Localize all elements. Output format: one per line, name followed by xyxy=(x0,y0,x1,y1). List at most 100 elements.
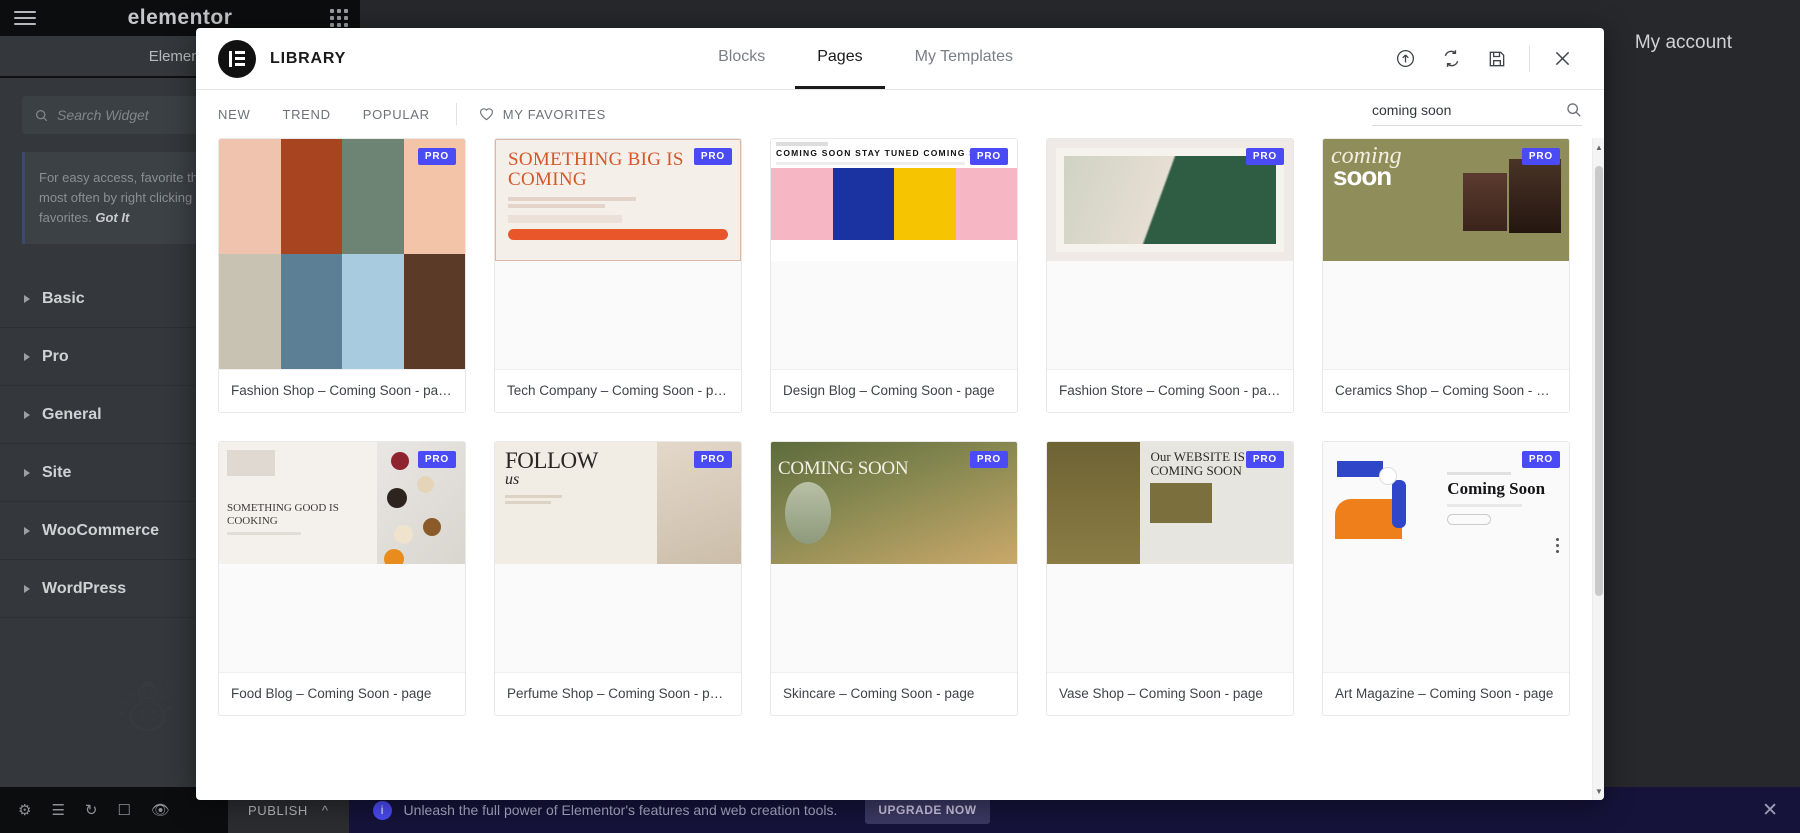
chevron-right-icon xyxy=(24,411,30,419)
chevron-right-icon xyxy=(24,469,30,477)
templates-scrollbar[interactable]: ▲ ▼ xyxy=(1592,138,1604,800)
scroll-up-arrow[interactable]: ▲ xyxy=(1593,138,1604,156)
template-thumbnail[interactable]: PRO SOMETHING BIG IS COMING xyxy=(495,139,741,369)
promo-close-icon[interactable]: ✕ xyxy=(1762,799,1800,822)
search-icon xyxy=(35,109,48,122)
bottom-bar-tools: ⚙ ☰ ↻ ☐ 👁 xyxy=(0,787,228,833)
template-thumbnail[interactable]: PRO coming soon xyxy=(1323,139,1569,369)
apps-grid-icon[interactable] xyxy=(330,9,348,27)
pro-badge: PRO xyxy=(418,451,456,468)
category-label: WordPress xyxy=(42,580,126,598)
tab-pages[interactable]: Pages xyxy=(795,28,884,89)
pro-badge: PRO xyxy=(970,451,1008,468)
more-options-icon[interactable] xyxy=(1556,538,1559,553)
template-title: Skincare – Coming Soon - page xyxy=(771,672,1017,715)
scroll-down-arrow[interactable]: ▼ xyxy=(1593,782,1604,800)
settings-icon[interactable]: ⚙ xyxy=(18,801,31,819)
pro-badge: PRO xyxy=(1522,148,1560,165)
search-icon[interactable] xyxy=(1566,102,1582,118)
responsive-icon[interactable]: ☐ xyxy=(117,801,130,819)
template-card[interactable]: PRO COMING SOON STAY TUNED COMING SOON xyxy=(770,138,1018,413)
template-library-modal: LIBRARY Blocks Pages My Templates xyxy=(196,28,1604,800)
upgrade-now-button[interactable]: UPGRADE NOW xyxy=(865,796,989,824)
pro-badge: PRO xyxy=(970,148,1008,165)
template-title: Tech Company – Coming Soon - pa… xyxy=(495,369,741,412)
template-title: Fashion Shop – Coming Soon - page xyxy=(219,369,465,412)
template-title: Perfume Shop – Coming Soon - page xyxy=(495,672,741,715)
template-card[interactable]: PRO Coming Soon xyxy=(1322,441,1570,716)
modal-tabs: Blocks Pages My Templates xyxy=(696,28,1035,89)
modal-header: LIBRARY Blocks Pages My Templates xyxy=(196,28,1604,90)
template-search[interactable] xyxy=(1372,102,1582,126)
pro-badge: PRO xyxy=(1522,451,1560,468)
tab-blocks[interactable]: Blocks xyxy=(696,28,787,89)
scrollbar-thumb[interactable] xyxy=(1595,166,1603,596)
template-thumbnail[interactable]: PRO Coming Soon xyxy=(1323,442,1569,672)
tab-my-templates[interactable]: My Templates xyxy=(893,28,1035,89)
elementor-wordmark: elementor xyxy=(128,6,233,30)
modal-body: PRO Fashion Shop – Coming Soon - page PR… xyxy=(196,138,1604,800)
filter-bar: NEW TREND POPULAR MY FAVORITES xyxy=(196,90,1604,138)
templates-scroll-area[interactable]: PRO Fashion Shop – Coming Soon - page PR… xyxy=(196,138,1592,800)
history-icon[interactable]: ↻ xyxy=(85,801,98,819)
template-card[interactable]: PRO Our WEBSITE IS COMING SOON Vase Shop… xyxy=(1046,441,1294,716)
template-card[interactable]: PRO SOMETHING BIG IS COMING Tech Company… xyxy=(494,138,742,413)
filter-trend[interactable]: TREND xyxy=(266,107,346,122)
search-input[interactable] xyxy=(1372,102,1566,118)
category-label: WooCommerce xyxy=(42,522,159,540)
pro-badge: PRO xyxy=(1246,148,1284,165)
template-thumbnail[interactable]: PRO COMING SOON xyxy=(771,442,1017,672)
template-card[interactable]: PRO FOLLOW us Perfume Shop – Coming Soon… xyxy=(494,441,742,716)
chevron-right-icon xyxy=(24,527,30,535)
widget-search-placeholder: Search Widget xyxy=(57,107,149,123)
info-icon: i xyxy=(373,801,392,820)
template-thumbnail[interactable]: PRO Our WEBSITE IS COMING SOON xyxy=(1047,442,1293,672)
pro-badge: PRO xyxy=(418,148,456,165)
template-thumbnail[interactable]: PRO xyxy=(219,139,465,369)
preview-icon[interactable]: 👁 xyxy=(151,801,170,819)
action-divider xyxy=(1529,46,1530,72)
sync-icon[interactable] xyxy=(1431,39,1471,79)
template-card[interactable]: PRO Fashion Shop – Coming Soon - page xyxy=(218,138,466,413)
thumbnail-art xyxy=(219,139,465,369)
chevron-right-icon xyxy=(24,295,30,303)
navigator-icon[interactable]: ☰ xyxy=(51,801,64,819)
chevron-right-icon xyxy=(24,585,30,593)
template-title: Ceramics Shop – Coming Soon - pa… xyxy=(1323,369,1569,412)
modal-actions xyxy=(1385,39,1582,79)
category-label: Basic xyxy=(42,290,85,308)
pro-badge: PRO xyxy=(1246,451,1284,468)
template-title: Fashion Store – Coming Soon - page xyxy=(1047,369,1293,412)
thumbnail-headline: COMING SOON xyxy=(778,458,908,480)
templates-grid: PRO Fashion Shop – Coming Soon - page PR… xyxy=(218,138,1570,716)
upload-icon[interactable] xyxy=(1385,39,1425,79)
template-title: Design Blog – Coming Soon - page xyxy=(771,369,1017,412)
template-card[interactable]: PRO COMING SOON Skincare – Coming Soon -… xyxy=(770,441,1018,716)
modal-title: LIBRARY xyxy=(270,50,346,68)
template-card[interactable]: PRO coming soon Ceramics Shop – Coming S… xyxy=(1322,138,1570,413)
template-thumbnail[interactable]: PRO xyxy=(1047,139,1293,369)
template-thumbnail[interactable]: PRO SOMETHING GOOD IS COOKING xyxy=(219,442,465,672)
category-label: Site xyxy=(42,464,71,482)
chevron-right-icon xyxy=(24,353,30,361)
close-icon[interactable] xyxy=(1542,39,1582,79)
template-card[interactable]: PRO SOMETHING GOOD IS COOKING xyxy=(218,441,466,716)
template-thumbnail[interactable]: PRO COMING SOON STAY TUNED COMING SOON xyxy=(771,139,1017,369)
pro-badge: PRO xyxy=(694,451,732,468)
hamburger-menu-icon[interactable] xyxy=(14,11,36,25)
my-account-link[interactable]: My account xyxy=(1635,32,1732,54)
pro-badge: PRO xyxy=(694,148,732,165)
template-title: Vase Shop – Coming Soon - page xyxy=(1047,672,1293,715)
category-label: General xyxy=(42,406,102,424)
filter-new[interactable]: NEW xyxy=(218,107,266,122)
elementor-watermark-icon: ☃ xyxy=(110,660,178,749)
filter-popular[interactable]: POPULAR xyxy=(347,107,446,122)
got-it-button[interactable]: Got It xyxy=(95,210,129,225)
template-card[interactable]: PRO Fashion Store – Coming Soon - page xyxy=(1046,138,1294,413)
filter-my-favorites[interactable]: MY FAVORITES xyxy=(457,107,606,122)
save-icon[interactable] xyxy=(1477,39,1517,79)
template-thumbnail[interactable]: PRO FOLLOW us xyxy=(495,442,741,672)
thumbnail-headline: Coming Soon xyxy=(1447,479,1561,499)
heart-icon xyxy=(479,107,494,121)
chevron-up-icon[interactable]: ^ xyxy=(322,803,329,818)
